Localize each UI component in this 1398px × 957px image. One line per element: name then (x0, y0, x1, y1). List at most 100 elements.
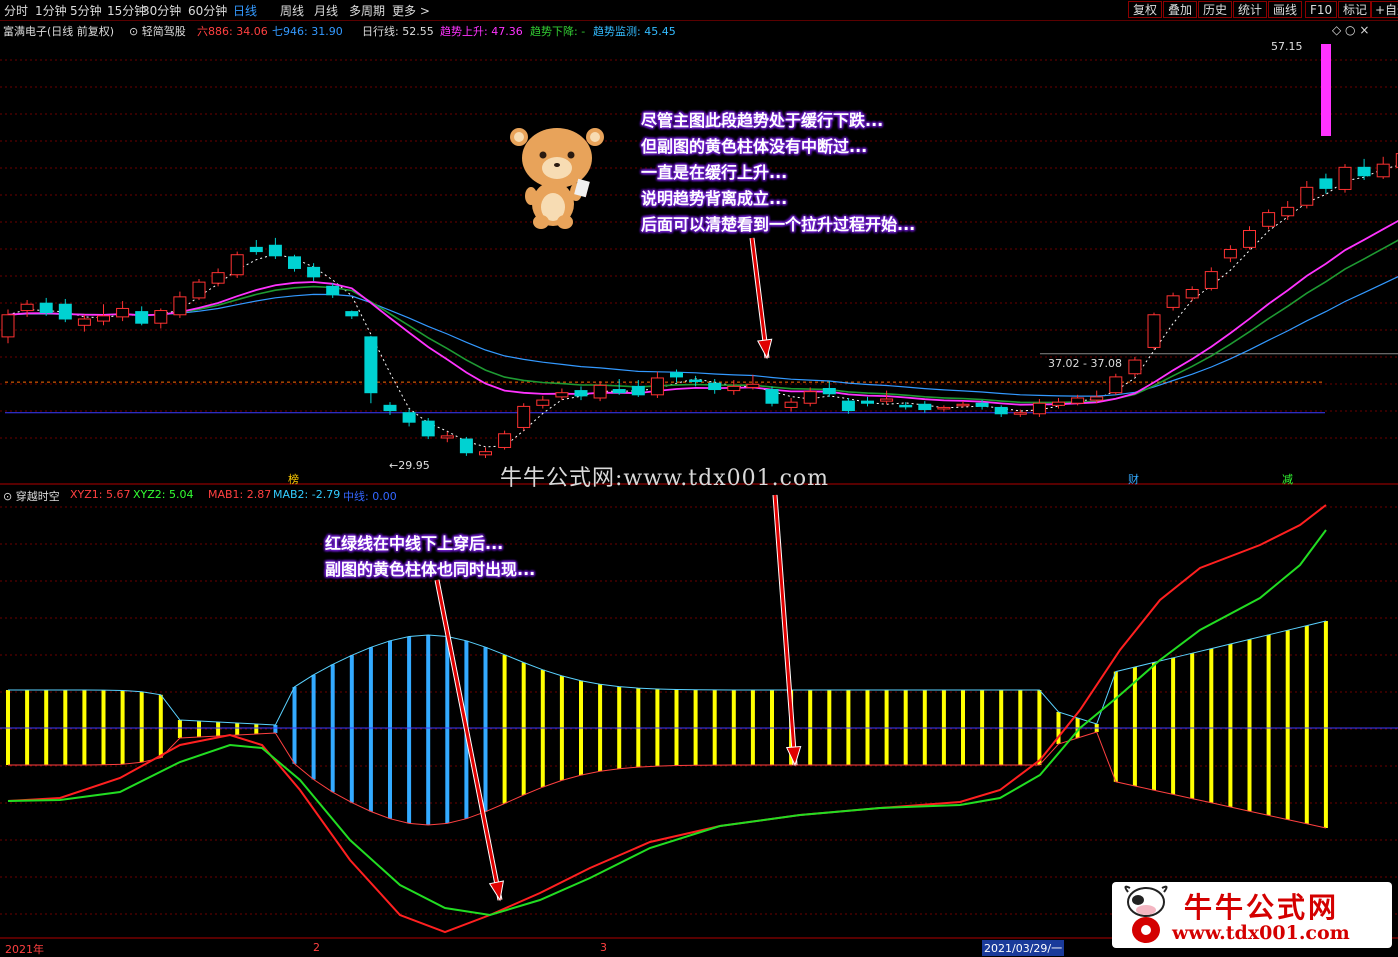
candle (326, 285, 340, 296)
period-tab-1[interactable]: 1分钟 (35, 2, 67, 19)
sub-bar (158, 694, 163, 758)
candle (670, 372, 683, 378)
sub-bar (1266, 634, 1271, 816)
sub-bar (216, 722, 221, 736)
period-tab-5[interactable]: 60分钟 (188, 2, 227, 19)
toolbar-button-2[interactable]: 历史 (1198, 1, 1233, 18)
time-label-feb: 2 (313, 941, 320, 954)
indicator-select[interactable]: ⊙ 轻简驾股 (129, 23, 186, 39)
candle (364, 336, 378, 394)
time-label-mar: 3 (600, 941, 607, 954)
candle (1109, 376, 1123, 394)
period-tab-2[interactable]: 5分钟 (70, 2, 102, 19)
candle (345, 311, 359, 317)
period-tab-10[interactable]: 更多 > (392, 2, 430, 19)
toolbar-button-1[interactable]: 叠加 (1163, 1, 1198, 18)
marker-bang[interactable]: 榜 (288, 471, 299, 487)
trend-down-value: 趋势下降: - (530, 25, 586, 38)
sub-bar (483, 647, 488, 812)
candle (97, 315, 110, 322)
candle (574, 390, 588, 397)
candle (230, 254, 244, 276)
sub-bar (349, 655, 354, 803)
sub-bar (407, 636, 412, 824)
sub-bar (1304, 625, 1309, 824)
candle (765, 389, 779, 404)
candle (746, 383, 760, 388)
toolbar-button-0[interactable]: 复权 (1128, 1, 1163, 18)
candle (20, 303, 34, 312)
candle (593, 384, 607, 399)
xyz2-line (7, 529, 1327, 917)
time-cursor-label: 2021/03/29/一 (982, 940, 1065, 956)
toolbar-button-7[interactable]: +自选 (1370, 1, 1398, 18)
toolbar-button-3[interactable]: 统计 (1233, 1, 1268, 18)
marker-jian[interactable]: 减 (1282, 471, 1293, 487)
candle (841, 400, 855, 412)
period-tab-6[interactable]: 日线 (233, 2, 257, 19)
candle (1243, 230, 1256, 248)
candle (402, 412, 416, 423)
candle (899, 404, 913, 408)
candle (1052, 401, 1065, 406)
candle (1376, 163, 1390, 178)
sub-bar (63, 690, 68, 765)
mab2-value: MAB2: -2.79 (273, 488, 341, 501)
trend-monitor-value: 趋势监测: 45.45 (593, 25, 676, 38)
period-tab-0[interactable]: 分时 (4, 2, 28, 19)
candle (1300, 186, 1314, 206)
candle (1223, 248, 1237, 259)
candle (1204, 271, 1218, 289)
mab2-envelope (8, 620, 1327, 726)
candle (421, 420, 435, 437)
sub-bar (1285, 630, 1290, 820)
chart-options-icon[interactable]: ◇ ○ × (1332, 23, 1369, 37)
arrow-bottom-right-head (785, 745, 802, 767)
candle (975, 402, 989, 407)
logo-url: www.tdx001.com (1172, 922, 1350, 944)
stock-name: 富满电子(日线 前复权) (3, 25, 115, 38)
annotation-top-line: 但副图的黄色柱体没有中断过... (641, 137, 868, 156)
candle (116, 307, 130, 318)
sub-bar (120, 690, 125, 765)
candle (994, 406, 1008, 415)
candle (861, 400, 874, 404)
period-tab-4[interactable]: 30分钟 (142, 2, 181, 19)
candle (536, 399, 550, 406)
candle (708, 382, 722, 391)
candle (1338, 166, 1352, 190)
sub-bar (44, 689, 49, 766)
sub-bar (426, 635, 431, 825)
period-tab-9[interactable]: 多周期 (349, 2, 385, 19)
sub-bar (1190, 653, 1195, 799)
candle (383, 404, 397, 412)
annotation-top-line: 尽管主图此段趋势处于缓行下跌... (641, 111, 884, 130)
mab1-value: MAB1: 2.87 (208, 488, 272, 501)
candle (727, 385, 741, 392)
sub-bar (292, 686, 297, 764)
range-label: 37.02 - 37.08 (1048, 357, 1122, 370)
period-tab-7[interactable]: 周线 (280, 2, 304, 19)
sub-bar (1171, 657, 1176, 795)
toolbar-button-6[interactable]: 标记 (1338, 1, 1373, 18)
toolbar-button-4[interactable]: 画线 (1268, 1, 1303, 18)
period-tab-8[interactable]: 月线 (314, 2, 338, 19)
zx-value: 中线: 0.00 (343, 490, 397, 503)
marker-cai[interactable]: 财 (1128, 471, 1139, 487)
candle (39, 302, 53, 314)
sub-bar (445, 636, 450, 824)
candle (1166, 295, 1180, 308)
toolbar-button-5[interactable]: F10 (1305, 1, 1338, 18)
period-tab-3[interactable]: 15分钟 (107, 2, 146, 19)
sub-indicator-select[interactable]: ⊙ 穿越时空 (3, 488, 60, 504)
annotation-top-line: 说明趋势背离成立... (641, 189, 788, 208)
annotation-bottom-line: 红绿线在中线下上穿后... (325, 534, 504, 553)
sub-bar (502, 654, 507, 804)
sub-bar (1132, 667, 1137, 786)
candle (192, 281, 206, 299)
candle (1032, 402, 1046, 415)
sub-bar (1152, 662, 1156, 791)
xyz1-value: XYZ1: 5.67 (70, 488, 131, 501)
candle (479, 451, 492, 456)
candle (937, 406, 951, 410)
